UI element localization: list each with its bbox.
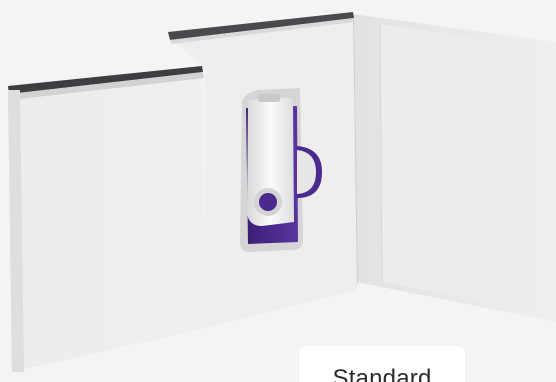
product-photo-stage: Standard bbox=[0, 0, 556, 382]
box-lid-panel bbox=[352, 13, 556, 322]
box-slipcase bbox=[8, 66, 206, 372]
variant-label-card: Standard bbox=[299, 346, 465, 382]
variant-label: Standard bbox=[332, 365, 432, 382]
usb-pivot-icon bbox=[259, 193, 277, 211]
usb-gift-box-photo bbox=[8, 12, 556, 372]
